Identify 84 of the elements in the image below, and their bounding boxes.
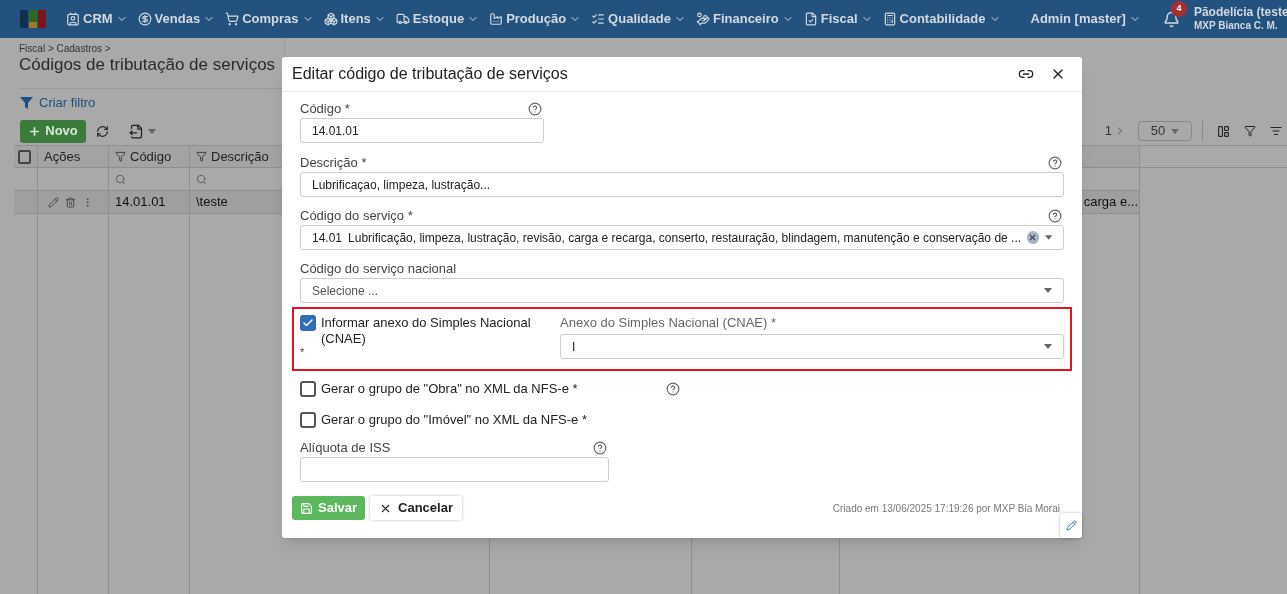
nav-menu[interactable]: Vendas: [137, 9, 216, 29]
pencil-icon: [1065, 520, 1077, 531]
column-header: Ações: [38, 146, 108, 168]
x-icon: [1028, 233, 1038, 242]
check-icon: [302, 317, 314, 329]
new-button[interactable]: Novo: [20, 119, 86, 143]
created-info: Criado em 13/06/2025 17:19:26 por MXP Bia Morai: [832, 501, 1060, 516]
nav-menu[interactable]: Estoque: [395, 9, 480, 29]
nav-menu[interactable]: CRM: [66, 9, 128, 29]
page-title: Códigos de tributação de serviços: [19, 54, 277, 76]
menu-icon: [225, 12, 240, 26]
field-label: Código *: [300, 100, 350, 119]
nav-menu[interactable]: Fiscal: [803, 9, 873, 29]
funnel-icon: [20, 97, 33, 109]
caret-icon: [1044, 344, 1052, 349]
caret-icon: [1044, 235, 1052, 240]
menu-icon: [803, 12, 818, 26]
help-icon[interactable]: [528, 102, 542, 116]
search-icon[interactable]: [115, 173, 126, 185]
cancel-button[interactable]: Cancelar: [370, 496, 462, 520]
help-icon[interactable]: [593, 441, 607, 455]
edit-icon[interactable]: [48, 196, 59, 208]
refresh-icon[interactable]: [96, 124, 109, 138]
field-label: Código do serviço nacional: [300, 260, 457, 279]
filter-icon[interactable]: [1244, 125, 1256, 137]
filter-icon[interactable]: [115, 151, 126, 162]
checkbox[interactable]: [18, 149, 31, 164]
service-code-select[interactable]: 14.01 Lubrificação, limpeza, lustração, revisão, carga e recarga, conserto, restauração, blindagem, manutenção e conservação de ...: [300, 225, 1064, 250]
nav-menu[interactable]: Produção: [489, 9, 582, 29]
help-icon[interactable]: [1048, 156, 1062, 170]
field-label: Descrição *: [300, 154, 367, 173]
delete-icon[interactable]: [65, 196, 76, 208]
caret-icon: [1044, 288, 1052, 293]
caret-icon: [148, 128, 156, 134]
clear-icon[interactable]: [1027, 231, 1039, 244]
checkbox[interactable]: [300, 381, 316, 397]
search-icon[interactable]: [196, 173, 207, 185]
checkbox[interactable]: [300, 315, 316, 331]
code-field[interactable]: 14.01.01: [300, 118, 544, 143]
user-menu[interactable]: Admin [master]: [1030, 9, 1141, 29]
nav-menu[interactable]: Contabilidade: [882, 9, 1001, 29]
filter-link[interactable]: Criar filtro: [39, 93, 96, 113]
table-cell: 14.01.01: [109, 191, 189, 214]
menu-icon: [489, 12, 504, 26]
field-label: Anexo do Simples Nacional (CNAE) *: [560, 315, 778, 331]
plus-icon: [28, 124, 42, 138]
company-user: MXP Bianca C. M.: [1193, 19, 1279, 32]
page-number: 1: [1104, 122, 1112, 141]
checkbox[interactable]: [300, 412, 316, 428]
filter-icon[interactable]: [196, 151, 207, 162]
menu-icon: [882, 12, 897, 26]
dialog-title: Editar código de tributação de serviços: [292, 64, 568, 84]
sort-icon[interactable]: [1270, 125, 1282, 137]
layout-icon[interactable]: [1217, 124, 1230, 138]
export-icon[interactable]: [129, 123, 144, 139]
nav-menu[interactable]: Financeiro: [695, 9, 794, 29]
bell-icon[interactable]: [1162, 10, 1180, 28]
field-label: Alíquota de ISS: [300, 439, 391, 458]
iss-rate-field[interactable]: [300, 457, 609, 482]
required-mark: *: [300, 347, 306, 357]
national-service-select[interactable]: Selecione ...: [300, 278, 1064, 303]
menu-icon: [695, 12, 710, 26]
nav-menu[interactable]: Compras: [225, 9, 314, 29]
breadcrumb: Fiscal > Cadastros >: [19, 43, 112, 54]
nav-menu[interactable]: Qualidade: [591, 9, 686, 29]
description-field[interactable]: Lubrificaçao, limpeza, lustração...: [300, 172, 1064, 197]
checkbox-label: Informar anexo do Simples Nacional (CNAE): [321, 315, 532, 347]
checkbox-label: Gerar o grupo do "Imóvel" no XML da NFS-e *: [321, 411, 588, 430]
edit-icon-button[interactable]: [1060, 513, 1082, 538]
logo-icon[interactable]: [20, 10, 46, 28]
page-size-select[interactable]: 50: [1138, 121, 1192, 141]
caret-icon: [1171, 128, 1180, 134]
menu-icon: [591, 12, 606, 26]
checkbox-label: Gerar o grupo de "Obra" no XML da NFS-e *: [321, 380, 579, 399]
menu-icon: [137, 12, 152, 26]
nav-menu[interactable]: Itens: [323, 9, 386, 29]
help-icon[interactable]: [1048, 209, 1062, 223]
help-icon[interactable]: [666, 382, 680, 396]
menu-icon: [395, 12, 410, 26]
column-header[interactable]: Código: [109, 146, 189, 168]
menu-icon: [323, 12, 338, 26]
annex-select[interactable]: I: [560, 334, 1064, 359]
menu-icon: [66, 12, 80, 26]
notification-badge: 4: [1170, 0, 1187, 17]
